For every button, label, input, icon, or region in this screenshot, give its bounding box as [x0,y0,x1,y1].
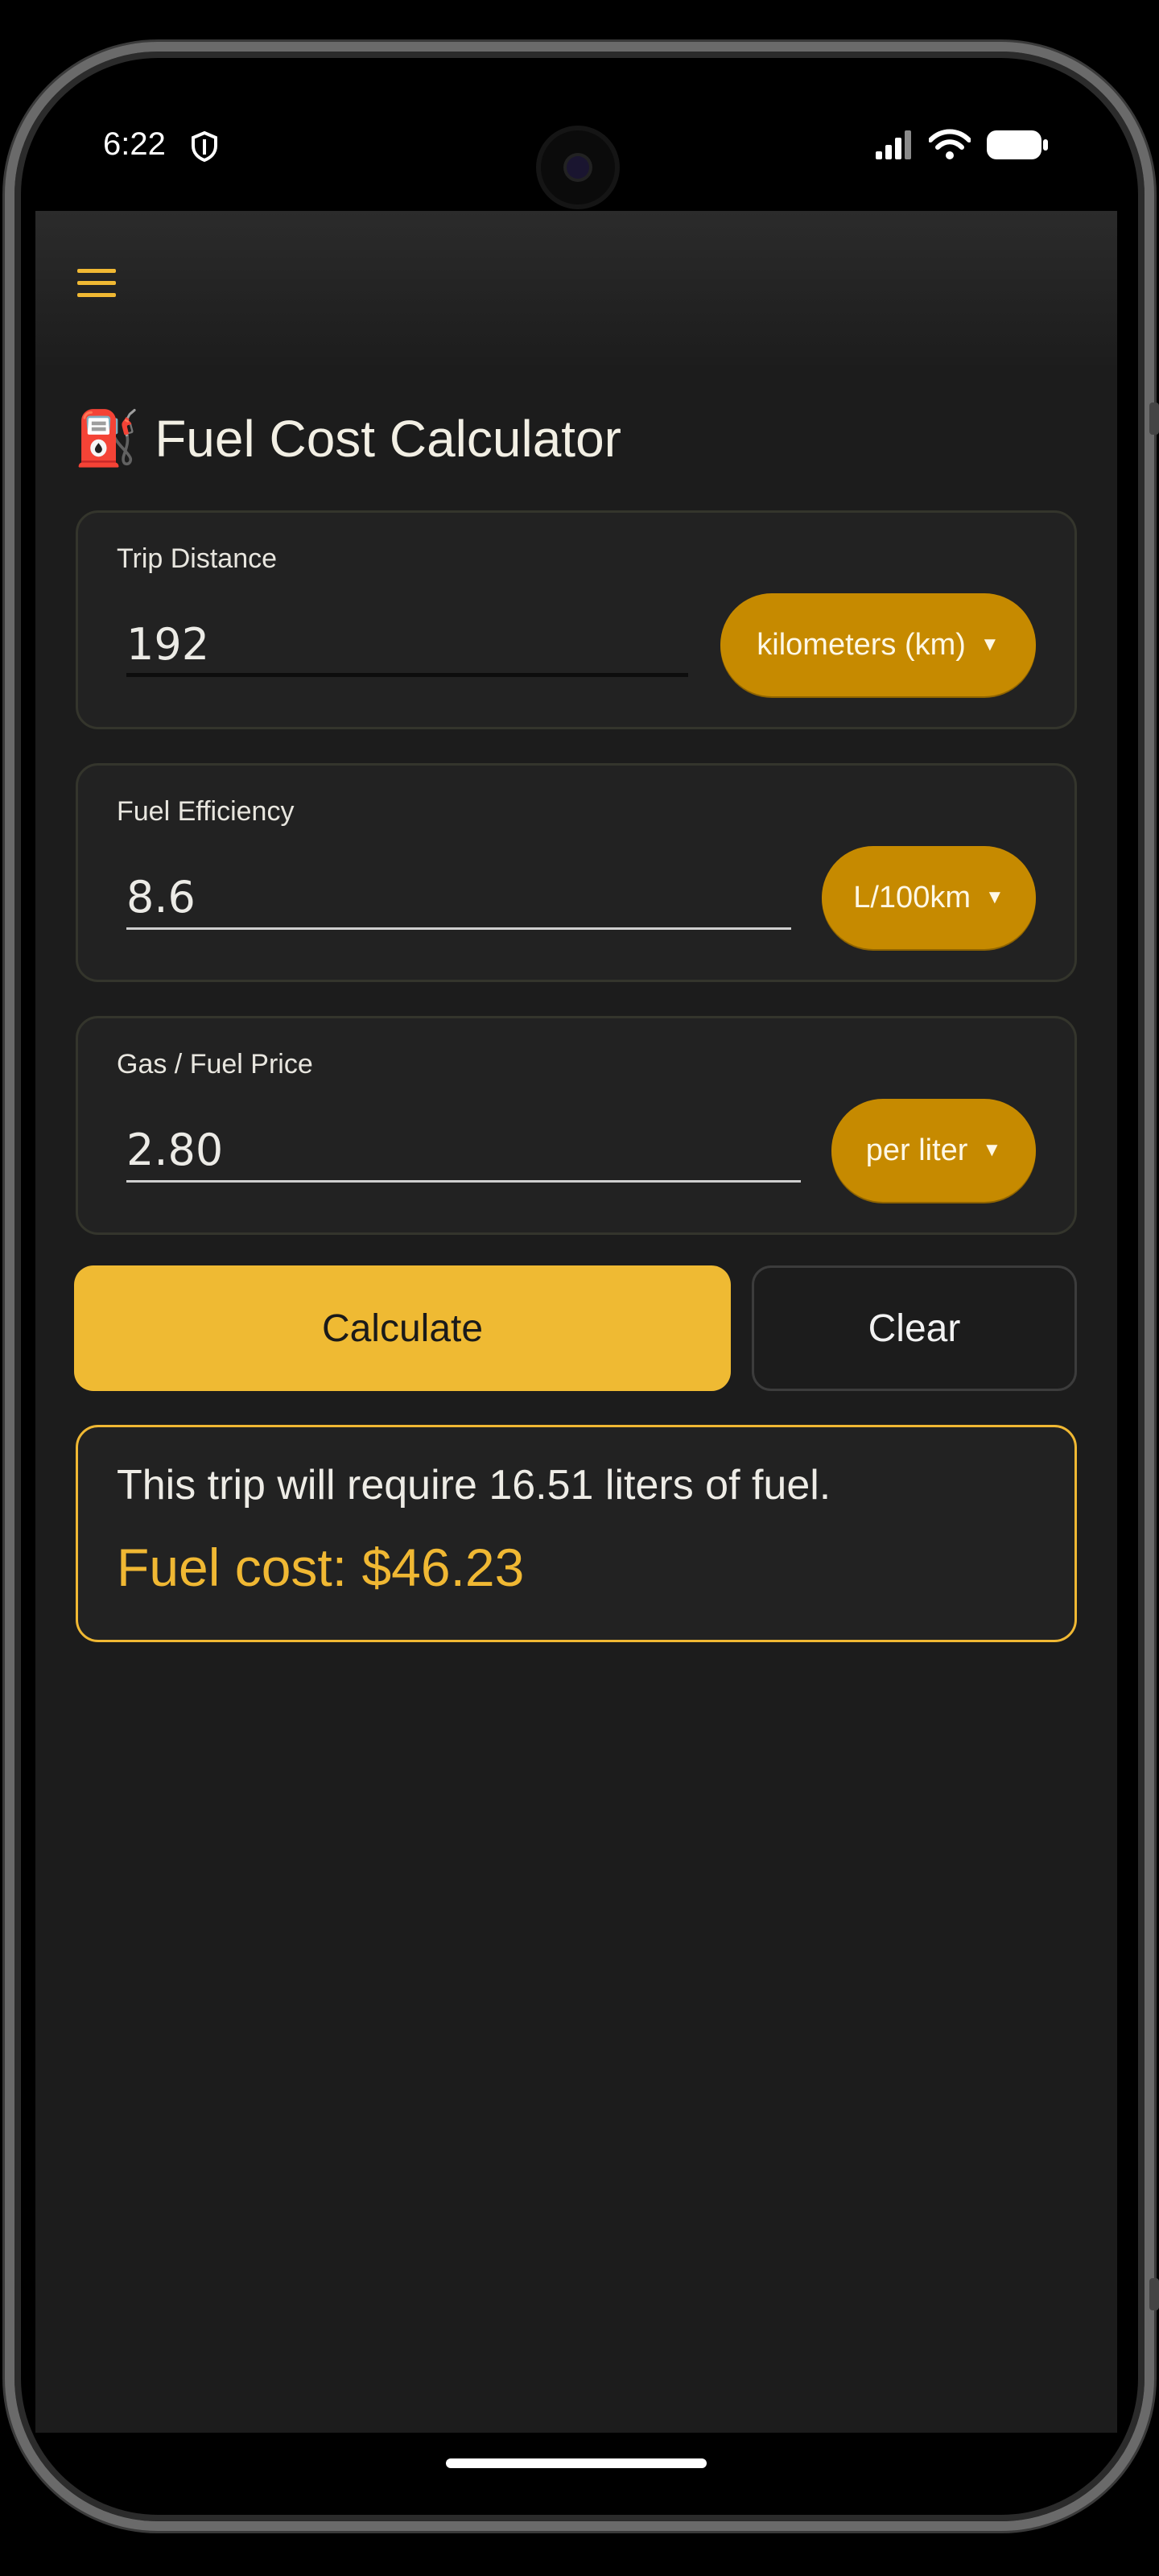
device-frame: 6:22 ⛽ Fuel Cost Calculator Trip Distanc… [0,0,1159,2576]
fuel-cost-text: Fuel cost: $46.23 [117,1538,525,1597]
status-icons [874,129,1050,164]
efficiency-unit-label: L/100km [853,880,971,914]
fuel-price-card: Gas / Fuel Price 2.80 per liter ▼ [76,1016,1077,1235]
distance-unit-select[interactable]: kilometers (km) ▼ [720,593,1036,696]
fuel-price-input[interactable]: 2.80 [126,1118,801,1183]
front-camera [541,130,615,204]
signal-icon [874,129,914,164]
app-header [35,211,1117,372]
hamburger-menu-icon[interactable] [77,262,118,303]
caret-down-icon: ▼ [980,634,1000,655]
calculate-button[interactable]: Calculate [74,1265,731,1391]
volume-button [1149,402,1159,435]
price-unit-label: per liter [865,1133,968,1167]
caret-down-icon: ▼ [984,886,1004,908]
efficiency-unit-select[interactable]: L/100km ▼ [822,846,1036,949]
clear-button[interactable]: Clear [752,1265,1077,1391]
trip-distance-label: Trip Distance [117,543,278,574]
home-indicator[interactable] [446,2458,707,2468]
caret-down-icon: ▼ [982,1139,1002,1161]
trip-distance-card: Trip Distance 192 kilometers (km) ▼ [76,510,1077,729]
shield-icon [190,130,219,166]
price-unit-select[interactable]: per liter ▼ [831,1099,1036,1202]
fuel-price-label: Gas / Fuel Price [117,1049,313,1080]
trip-distance-input[interactable]: 192 [126,613,688,677]
app-screen: ⛽ Fuel Cost Calculator Trip Distance 192… [35,211,1117,2433]
status-time: 6:22 [103,126,166,162]
wifi-icon [928,129,971,164]
fuel-efficiency-input[interactable]: 8.6 [126,865,791,930]
page-title: ⛽ Fuel Cost Calculator [74,407,621,470]
battery-icon [985,129,1050,164]
distance-unit-label: kilometers (km) [757,627,966,662]
fuel-required-text: This trip will require 16.51 liters of f… [117,1462,831,1509]
power-button [1149,2278,1159,2310]
fuel-efficiency-label: Fuel Efficiency [117,796,295,827]
fuel-pump-icon: ⛽ [74,408,141,468]
fuel-efficiency-card: Fuel Efficiency 8.6 L/100km ▼ [76,763,1077,982]
page-title-text: Fuel Cost Calculator [155,410,621,468]
status-bar: 6:22 [0,0,1159,209]
result-panel: This trip will require 16.51 liters of f… [76,1425,1077,1642]
